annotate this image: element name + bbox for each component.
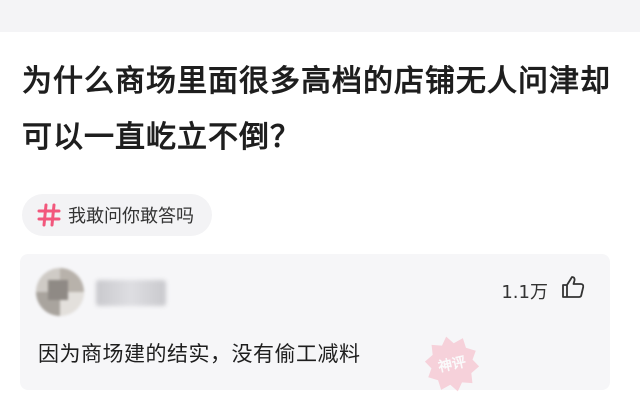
thumbs-up-icon[interactable] [560,274,586,300]
question-title[interactable]: 为什么商场里面很多高档的店铺无人问津却可以一直屹立不倒？ [22,54,622,166]
topic-label: 我敢问你敢答吗 [68,206,194,227]
divine-comment-badge: 神评 [414,326,490,402]
topic-tag[interactable]: 我敢问你敢答吗 [22,194,212,236]
like-count: 1.1万 [501,282,548,303]
question-card: 为什么商场里面很多高档的店铺无人问津却可以一直屹立不倒？ 我敢问你敢答吗 1.1… [0,32,640,413]
hash-icon [37,203,61,227]
answer-card[interactable]: 1.1万 因为商场建的结实，没有偷工减料 神评 [20,254,610,392]
avatar[interactable] [36,268,84,316]
username-blurred [96,280,166,306]
answer-text[interactable]: 因为商场建的结实，没有偷工减料 [38,338,361,368]
